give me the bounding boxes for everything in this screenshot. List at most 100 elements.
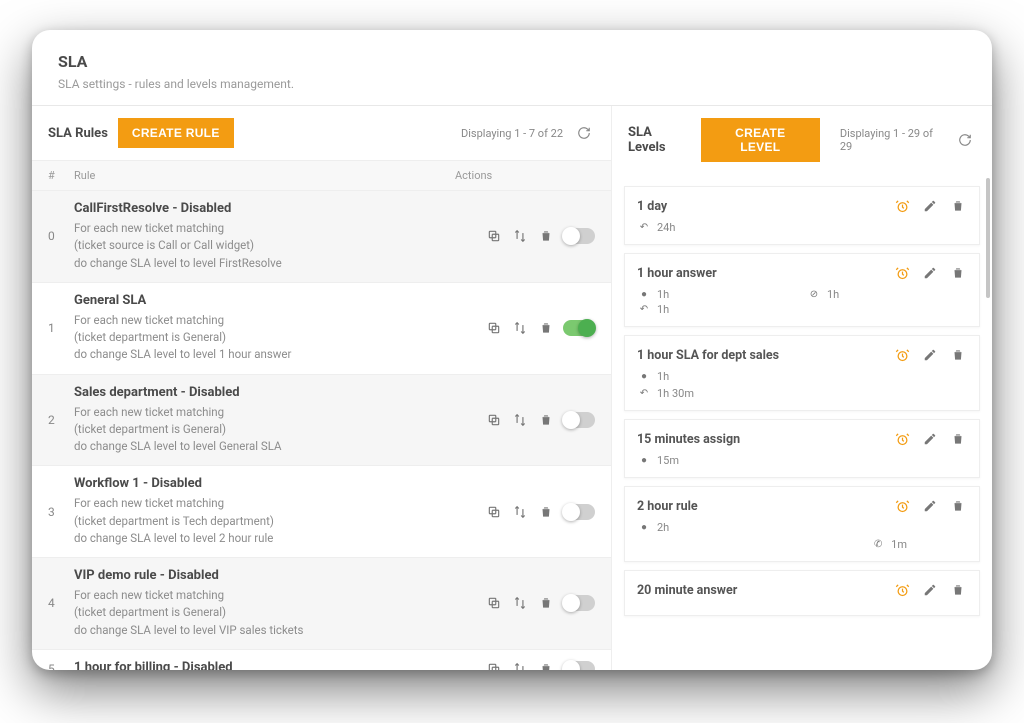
rule-row[interactable]: 4 VIP demo rule - Disabled For each new … — [32, 558, 611, 650]
levels-scrollbar[interactable] — [986, 178, 990, 298]
trash-icon[interactable] — [949, 581, 967, 599]
rule-toggle[interactable] — [563, 504, 595, 520]
metric-value: 24h — [657, 221, 675, 234]
metric-value: 1h — [657, 303, 669, 316]
alarm-icon[interactable] — [893, 197, 911, 215]
rule-body: Sales department - Disabled For each new… — [74, 385, 455, 456]
trash-icon[interactable] — [537, 411, 555, 429]
trash-icon[interactable] — [537, 227, 555, 245]
level-head: 1 day — [637, 197, 967, 215]
edit-icon[interactable] — [921, 497, 939, 515]
rule-index: 3 — [48, 505, 74, 519]
level-card[interactable]: 2 hour rule ●2h✆1m — [624, 486, 980, 562]
trash-icon[interactable] — [949, 430, 967, 448]
levels-list[interactable]: 1 day ↶24h 1 hour answer ●1h⊘1h↶1h 1 hou… — [612, 174, 992, 670]
level-card[interactable]: 20 minute answer — [624, 570, 980, 616]
rule-toggle[interactable] — [563, 320, 595, 336]
rules-refresh-button[interactable] — [573, 122, 595, 144]
metric-icon: ↶ — [637, 222, 651, 233]
rule-toggle[interactable] — [563, 595, 595, 611]
rule-row[interactable]: 0 CallFirstResolve - Disabled For each n… — [32, 191, 611, 283]
rule-desc: For each new ticket matching (ticket dep… — [74, 495, 455, 547]
level-card[interactable]: 1 day ↶ 24h — [624, 186, 980, 245]
trash-icon[interactable] — [537, 503, 555, 521]
reorder-icon[interactable] — [511, 594, 529, 612]
alarm-icon[interactable] — [893, 581, 911, 599]
rule-actions — [455, 503, 595, 521]
level-metric: ✆ 1m — [637, 538, 967, 551]
level-actions — [893, 264, 967, 282]
copy-icon[interactable] — [485, 411, 503, 429]
rule-actions — [455, 319, 595, 337]
reorder-icon[interactable] — [511, 411, 529, 429]
rule-body: CallFirstResolve - Disabled For each new… — [74, 201, 455, 272]
level-title: 15 minutes assign — [637, 432, 893, 447]
copy-icon[interactable] — [485, 319, 503, 337]
copy-icon[interactable] — [485, 594, 503, 612]
metric-icon: ✆ — [871, 539, 885, 550]
edit-icon[interactable] — [921, 581, 939, 599]
rule-row[interactable]: 1 General SLA For each new ticket matchi… — [32, 283, 611, 375]
rule-name: CallFirstResolve - Disabled — [74, 201, 455, 216]
rule-name: Workflow 1 - Disabled — [74, 476, 455, 491]
trash-icon[interactable] — [949, 197, 967, 215]
reorder-icon[interactable] — [511, 319, 529, 337]
edit-icon[interactable] — [921, 430, 939, 448]
rule-body: 1 hour for billing - Disabled — [74, 660, 455, 670]
rule-body: VIP demo rule - Disabled For each new ti… — [74, 568, 455, 639]
edit-icon[interactable] — [921, 264, 939, 282]
rule-actions — [455, 411, 595, 429]
rule-row[interactable]: 3 Workflow 1 - Disabled For each new tic… — [32, 466, 611, 558]
rules-column: SLA Rules CREATE RULE Displaying 1 - 7 o… — [32, 106, 612, 670]
rule-toggle[interactable] — [563, 412, 595, 428]
reorder-icon[interactable] — [511, 227, 529, 245]
levels-title: SLA Levels — [628, 125, 691, 155]
edit-icon[interactable] — [921, 346, 939, 364]
create-level-button[interactable]: CREATE LEVEL — [701, 118, 820, 162]
reorder-icon[interactable] — [511, 660, 529, 670]
trash-icon[interactable] — [537, 660, 555, 670]
copy-icon[interactable] — [485, 503, 503, 521]
create-rule-button[interactable]: CREATE RULE — [118, 118, 234, 148]
level-head: 20 minute answer — [637, 581, 967, 599]
rule-row[interactable]: 2 Sales department - Disabled For each n… — [32, 375, 611, 467]
level-rows: ●1h↶1h 30m — [637, 370, 967, 400]
rule-desc: For each new ticket matching (ticket dep… — [74, 404, 455, 456]
page-subtitle: SLA settings - rules and levels manageme… — [58, 77, 966, 91]
trash-icon[interactable] — [949, 497, 967, 515]
rule-toggle[interactable] — [563, 228, 595, 244]
rules-list[interactable]: 0 CallFirstResolve - Disabled For each n… — [32, 191, 611, 670]
level-metric: ⊘1h — [807, 288, 967, 301]
trash-icon[interactable] — [537, 594, 555, 612]
reorder-icon[interactable] — [511, 503, 529, 521]
alarm-icon[interactable] — [893, 430, 911, 448]
rules-toolbar: SLA Rules CREATE RULE Displaying 1 - 7 o… — [32, 106, 611, 160]
level-head: 1 hour answer — [637, 264, 967, 282]
edit-icon[interactable] — [921, 197, 939, 215]
level-actions — [893, 497, 967, 515]
rule-index: 5 — [48, 662, 74, 670]
alarm-icon[interactable] — [893, 346, 911, 364]
alarm-icon[interactable] — [893, 497, 911, 515]
rule-row[interactable]: 5 1 hour for billing - Disabled — [32, 650, 611, 670]
metric-value: 1m — [891, 538, 907, 551]
rule-name: General SLA — [74, 293, 455, 308]
copy-icon[interactable] — [485, 660, 503, 670]
rule-body: General SLA For each new ticket matching… — [74, 293, 455, 364]
level-title: 1 hour answer — [637, 266, 893, 281]
level-card[interactable]: 15 minutes assign ●15m — [624, 419, 980, 478]
level-rows: ●2h✆1m — [637, 521, 967, 551]
level-card[interactable]: 1 hour SLA for dept sales ●1h↶1h 30m — [624, 335, 980, 411]
levels-refresh-button[interactable] — [955, 129, 976, 151]
rules-title: SLA Rules — [48, 126, 108, 141]
level-card[interactable]: 1 hour answer ●1h⊘1h↶1h — [624, 253, 980, 327]
level-metric: ↶ 24h — [637, 221, 967, 234]
trash-icon[interactable] — [949, 264, 967, 282]
metric-value: 1h — [657, 288, 669, 301]
trash-icon[interactable] — [949, 346, 967, 364]
alarm-icon[interactable] — [893, 264, 911, 282]
rule-toggle[interactable] — [563, 661, 595, 670]
trash-icon[interactable] — [537, 319, 555, 337]
level-metric: ↶1h — [637, 303, 797, 316]
copy-icon[interactable] — [485, 227, 503, 245]
